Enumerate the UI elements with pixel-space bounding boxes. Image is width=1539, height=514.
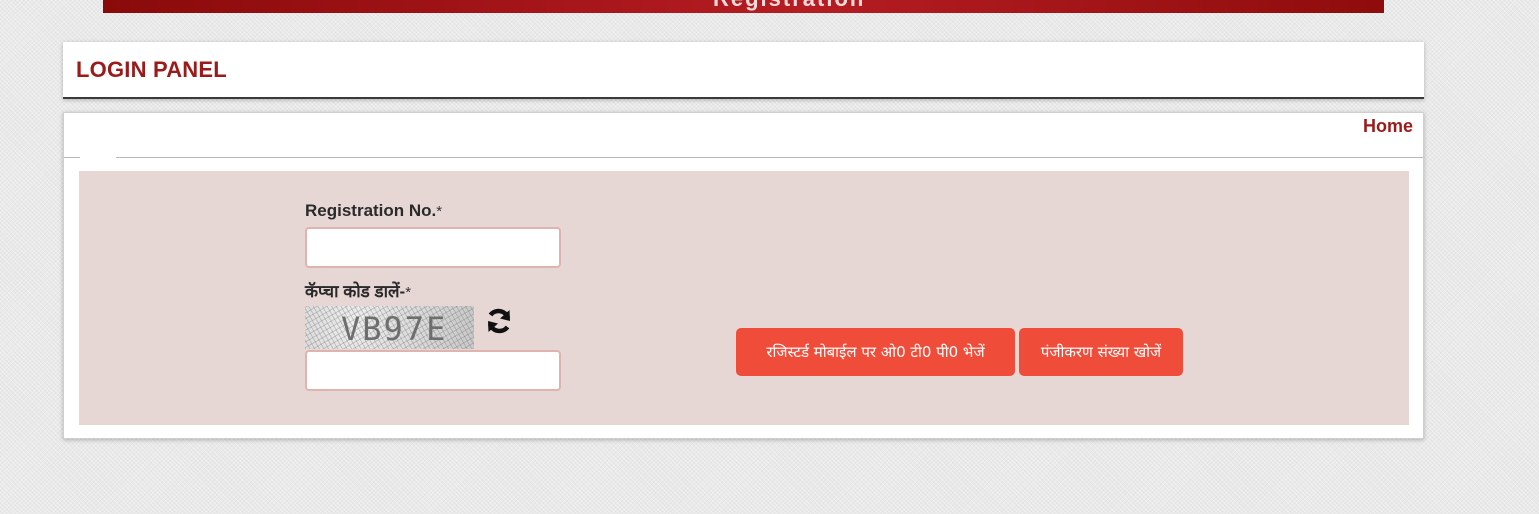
refresh-icon[interactable]	[484, 306, 514, 336]
captcha-label-text: कॅप्चा कोड डालें-	[305, 282, 406, 301]
registration-label-text: Registration No.	[305, 201, 437, 220]
required-marker: *	[405, 284, 412, 301]
captcha-label: कॅप्चा कोड डालें-*	[305, 279, 411, 302]
login-form: Registration No.* कॅप्चा कोड डालें-* VB9…	[79, 171, 1409, 425]
tab-bar: Home	[64, 113, 1423, 158]
captcha-image: VB97E	[305, 306, 474, 349]
send-otp-button[interactable]: रजिस्टर्ड मोबाईल पर ओ0 टी0 पी0 भेजें	[736, 328, 1015, 376]
active-tab-indicator	[80, 157, 116, 159]
find-registration-button[interactable]: पंजीकरण संख्या खोजें	[1019, 328, 1183, 376]
content-panel: Home Registration No.* कॅप्चा कोड डालें-…	[63, 112, 1424, 439]
home-link[interactable]: Home	[1363, 116, 1413, 137]
page-title: LOGIN PANEL	[76, 57, 227, 82]
registration-number-input[interactable]	[305, 227, 561, 268]
captcha-input[interactable]	[305, 350, 561, 391]
required-marker: *	[436, 203, 443, 220]
banner-text: Registration	[713, 0, 865, 12]
captcha-code: VB97E	[341, 310, 448, 348]
registration-label: Registration No.*	[305, 201, 442, 221]
top-banner: Registration	[103, 0, 1384, 13]
login-panel-header: LOGIN PANEL	[63, 42, 1424, 99]
